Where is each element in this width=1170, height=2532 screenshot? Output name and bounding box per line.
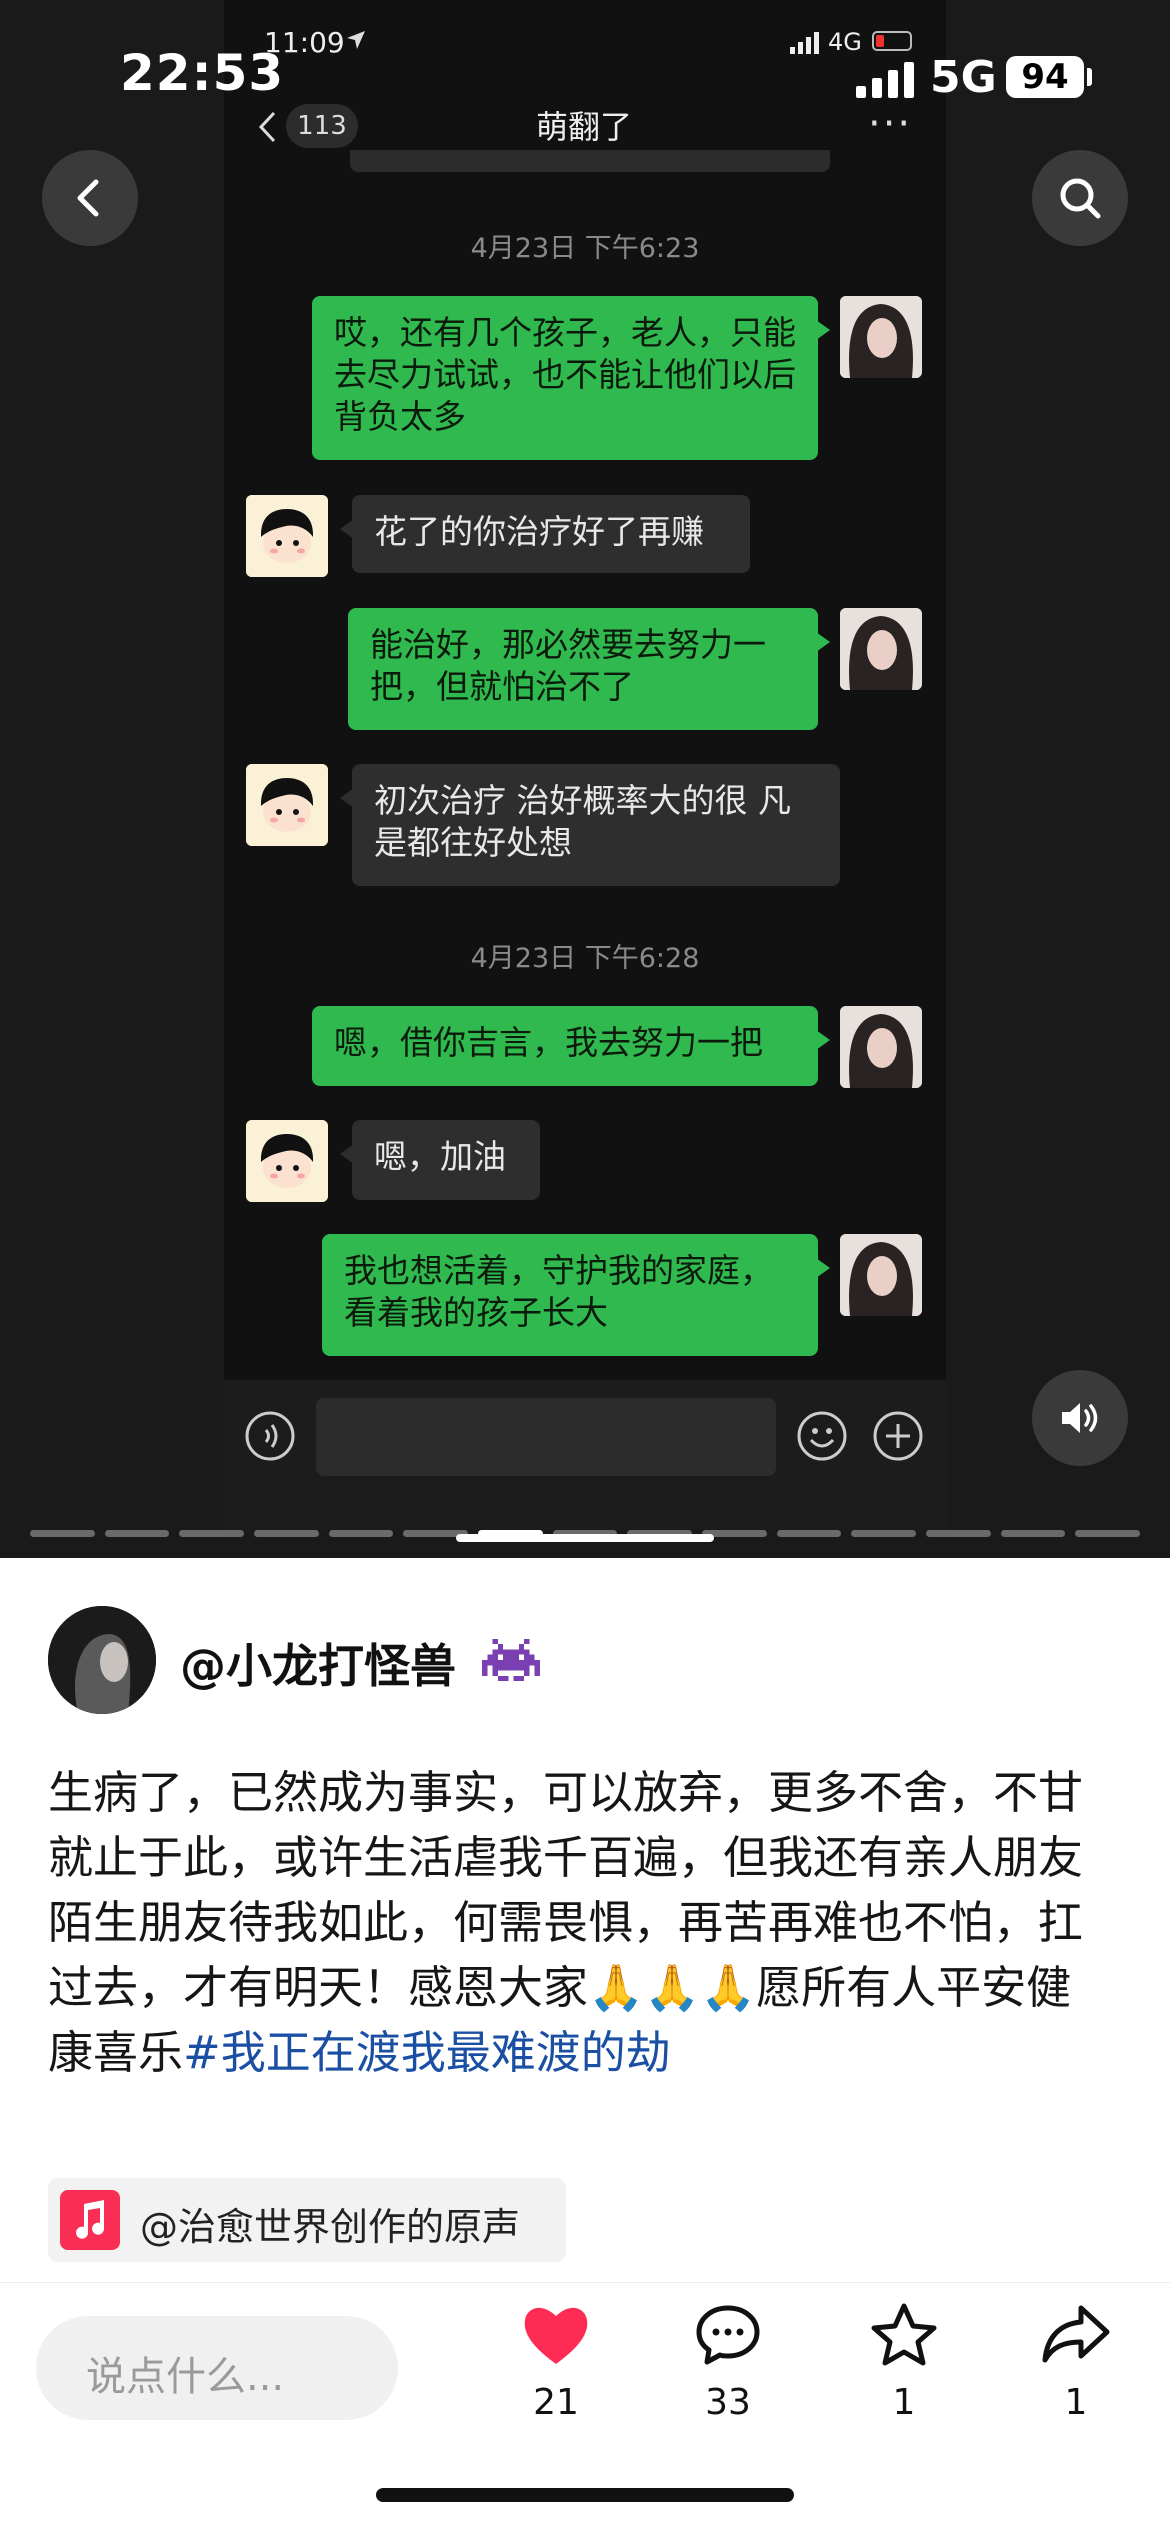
progress-segment xyxy=(926,1530,991,1537)
progress-segment xyxy=(1000,1530,1066,1537)
contact-avatar xyxy=(246,1120,328,1202)
chat-timestamp: 4月23日 下午6:23 xyxy=(470,233,700,264)
sender-avatar xyxy=(840,1006,922,1088)
hashtag-link[interactable]: #我正在渡我最难渡的劫 xyxy=(183,2026,671,2079)
status-time: 22:53 xyxy=(120,44,285,102)
cellular-signal-icon xyxy=(856,62,914,98)
chevron-left-icon xyxy=(77,179,99,217)
comment-count: 33 xyxy=(705,2382,751,2423)
chat-timestamp: 4月23日 下午6:28 xyxy=(470,943,700,974)
screenshot-network: 4G xyxy=(828,28,862,56)
sender-avatar xyxy=(840,608,922,690)
share-button[interactable]: 1 xyxy=(1016,2302,1136,2423)
message-bubble-sent: 哎，还有几个孩子，老人，只能去尽力试试，也不能让他们以后背负太多 xyxy=(312,296,830,460)
battery-level: 94 xyxy=(1006,56,1084,98)
progress-segment xyxy=(851,1530,916,1537)
share-count: 1 xyxy=(1064,2382,1088,2423)
chat-title: 萌翻了 xyxy=(535,108,632,146)
emoji-icon xyxy=(797,1411,847,1461)
message-bubble-sent: 能治好，那必然要去努力一把，但就怕治不了 xyxy=(348,608,830,730)
network-type: 5G xyxy=(930,52,997,103)
like-button[interactable]: 21 xyxy=(496,2302,616,2423)
author-name[interactable]: @小龙打怪兽 xyxy=(180,1630,456,1696)
progress-segment xyxy=(179,1530,244,1537)
contact-avatar xyxy=(246,495,328,577)
progress-segment xyxy=(328,1530,394,1537)
battery-tip xyxy=(1087,68,1092,86)
screenshot-signal-icon xyxy=(790,32,819,54)
message-bubble-received: 初次治疗 治好概率大的很 凡是都往好处想 xyxy=(340,764,840,886)
music-pill[interactable]: @治愈世界创作的原声 xyxy=(48,2178,566,2262)
alien-monster-icon xyxy=(482,1638,540,1682)
music-note-icon xyxy=(60,2190,120,2250)
home-indicator xyxy=(376,2488,794,2502)
progress-segment xyxy=(1075,1530,1140,1537)
voice-input-icon xyxy=(245,1411,295,1461)
music-label: @治愈世界创作的原声 xyxy=(140,2205,521,2249)
message-bubble-sent: 嗯，借你吉言，我去努力一把 xyxy=(312,1006,830,1086)
message-bubble-received: 嗯，加油 xyxy=(340,1120,540,1200)
plus-circle-icon xyxy=(873,1411,923,1461)
favorite-count: 1 xyxy=(892,2382,916,2423)
post-caption: 生病了，已然成为事实，可以放弃，更多不舍，不甘就止于此，或许生活虐我千百遍，但我… xyxy=(48,1760,1108,2085)
progress-segment xyxy=(254,1530,319,1537)
message-bubble-sent: 我也想活着，守护我的家庭，看着我的孩子长大 xyxy=(322,1234,830,1356)
speaker-icon xyxy=(1062,1403,1098,1433)
chat-back-icon xyxy=(258,111,276,143)
chat-message-field xyxy=(316,1398,776,1476)
back-button[interactable] xyxy=(42,150,138,246)
heart-icon xyxy=(524,2307,588,2364)
unread-count-badge: 113 xyxy=(286,104,358,148)
previous-message-edge xyxy=(350,150,830,172)
comment-button[interactable]: 33 xyxy=(668,2302,788,2423)
progress-current-segment xyxy=(456,1534,714,1542)
volume-button[interactable] xyxy=(1032,1370,1128,1466)
progress-segment xyxy=(30,1530,95,1537)
progress-segment xyxy=(104,1530,170,1537)
contact-avatar xyxy=(246,764,328,846)
search-button[interactable] xyxy=(1032,150,1128,246)
sender-avatar xyxy=(840,296,922,378)
star-icon xyxy=(871,2303,937,2366)
search-icon xyxy=(1060,178,1101,219)
screenshot-battery-icon xyxy=(872,31,912,51)
share-arrow-icon xyxy=(1042,2305,1110,2363)
comment-placeholder: 说点什么... xyxy=(86,2354,285,2400)
divider xyxy=(0,2282,1170,2283)
sender-avatar xyxy=(840,1234,922,1316)
author-avatar[interactable] xyxy=(48,1606,156,1714)
message-bubble-received: 花了的你治疗好了再赚 xyxy=(340,495,750,573)
progress-segment xyxy=(776,1530,842,1537)
favorite-button[interactable]: 1 xyxy=(844,2302,964,2423)
like-count: 21 xyxy=(533,2382,579,2423)
comment-bubble-icon xyxy=(696,2305,760,2365)
media-viewer[interactable]: 22:53 5G 94 11:09 4G 113 萌翻了 ··· 4月23日 下… xyxy=(0,0,1170,1558)
screenshot-status-time: 11:09 xyxy=(264,26,345,59)
comment-input[interactable]: 说点什么... xyxy=(36,2316,398,2420)
location-arrow-icon xyxy=(347,31,365,49)
chat-more-icon: ··· xyxy=(868,101,913,147)
